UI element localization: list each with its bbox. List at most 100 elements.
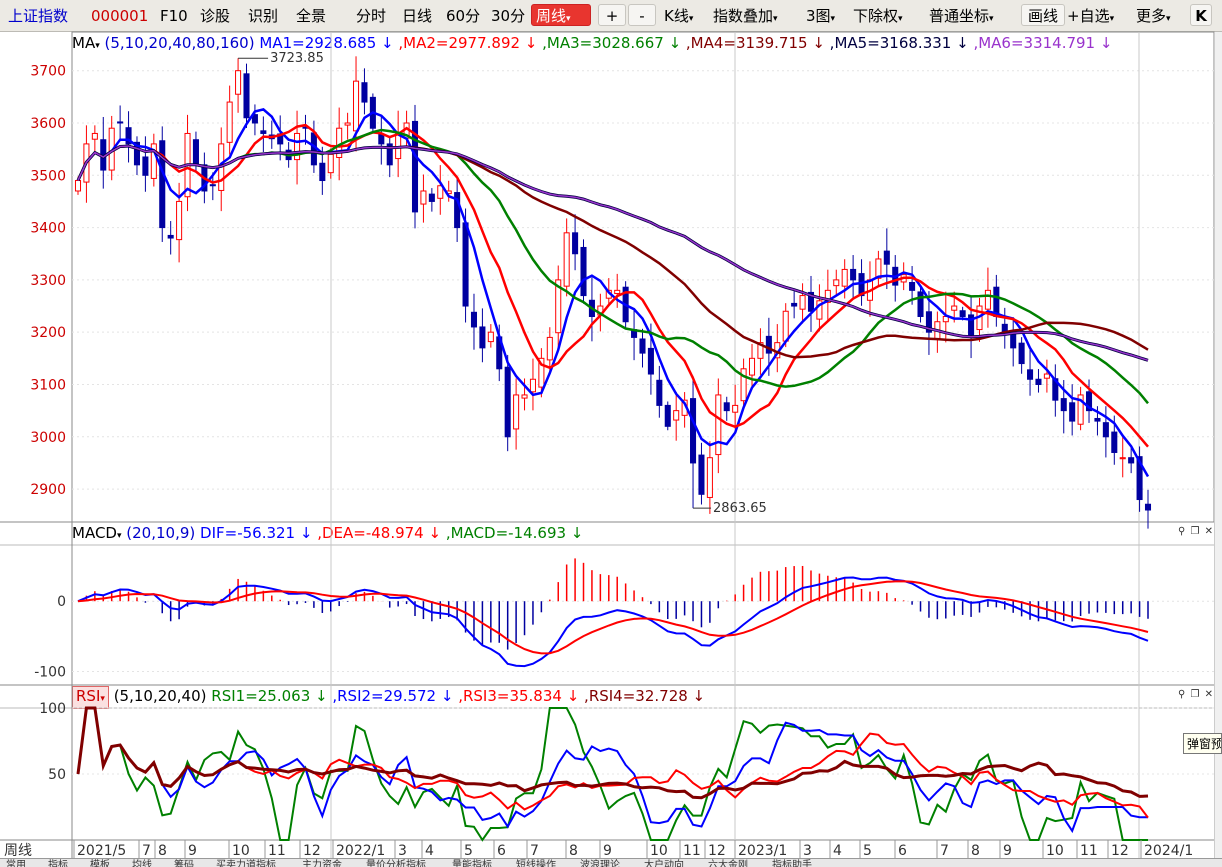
candle-body [159, 140, 166, 229]
candle-body [235, 70, 242, 95]
macd-indicator-menu[interactable]: MACD▾ [72, 524, 122, 542]
x-tick-label: 10 [650, 843, 668, 859]
candle-body [951, 305, 958, 311]
x-tick-label: 4 [833, 843, 842, 859]
candle-body [1060, 398, 1067, 412]
candle-body [386, 143, 393, 166]
recognize-link[interactable]: 识别 [248, 5, 278, 27]
candle-body [487, 331, 494, 343]
candle-body [816, 300, 823, 320]
candle-body [740, 368, 747, 402]
period-60min-button[interactable]: 60分 [446, 5, 480, 27]
rsi-legend-item: RSI1=25.063 ↓ [211, 687, 328, 705]
x-tick-label: 11 [268, 843, 286, 859]
ma-indicator-menu[interactable]: MA▾ [72, 34, 100, 52]
panorama-link[interactable]: 全景 [296, 5, 326, 27]
candle-body [1010, 333, 1017, 349]
index-code: 000001 [91, 7, 149, 25]
candle-body [285, 149, 292, 161]
kline-menu[interactable]: K线▾ [664, 5, 693, 27]
candle-body [917, 291, 924, 317]
x-tick-label: 2024/1 [1144, 843, 1193, 859]
candle-body [150, 143, 157, 179]
candle-body [251, 114, 258, 124]
candle-body [934, 321, 941, 339]
ma-indicator-label: MA [72, 34, 96, 52]
candle-body [1043, 373, 1050, 379]
candle-body [858, 273, 865, 297]
panel-restore-icon[interactable]: ❐ [1190, 526, 1200, 537]
candle-body [698, 454, 705, 495]
candle-body [521, 394, 528, 399]
candle-body [690, 398, 697, 464]
candle-body [976, 305, 983, 331]
period-weekly-button[interactable]: 周线▾ [531, 4, 591, 26]
candle-body [277, 133, 284, 145]
candle-body [201, 164, 208, 192]
rsi-indicator-menu[interactable]: RSI▾ [72, 686, 109, 709]
price-panel-frame [71, 31, 1215, 523]
candle-body [892, 266, 899, 286]
candle-body [656, 379, 663, 406]
three-chart-menu[interactable]: 3图▾ [806, 5, 835, 27]
panel-close-icon[interactable]: ✕ [1205, 526, 1214, 537]
price-tick-label: 3200 [30, 325, 66, 341]
x-tick-label: 3 [803, 843, 812, 859]
candle-body [546, 336, 553, 361]
panel-settings-icon[interactable]: ⚲ [1178, 526, 1186, 537]
more-menu[interactable]: 更多▾ [1136, 5, 1171, 27]
zoom-in-button[interactable]: + [598, 4, 626, 26]
diagnose-link[interactable]: 诊股 [200, 5, 230, 27]
low-marker-label: 2863.65 [713, 501, 767, 516]
candle-body [327, 153, 334, 174]
macd-panel-controls[interactable]: ⚲ ❐ ✕ [1178, 526, 1214, 537]
f10-link[interactable]: F10 [160, 5, 188, 27]
index-overlay-menu[interactable]: 指数叠加▾ [713, 5, 778, 27]
candle-body [605, 289, 612, 299]
panel-restore-icon[interactable]: ❐ [1190, 689, 1200, 700]
period-30min-button[interactable]: 30分 [491, 5, 525, 27]
candle-body [1052, 378, 1059, 401]
x-tick-label: 7 [530, 843, 539, 859]
dropdown-arrow-icon: ▾ [830, 14, 836, 24]
rsi-params: (5,10,20,40) [113, 687, 207, 705]
candle-body [437, 185, 444, 199]
draw-line-button[interactable]: 画线 [1021, 4, 1065, 26]
candle-body [1119, 457, 1126, 460]
coordinate-menu[interactable]: 普通坐标▾ [929, 5, 994, 27]
candle-body [681, 399, 688, 416]
dropdown-arrow-icon: ▾ [566, 14, 571, 24]
dea-line [77, 580, 1149, 655]
period-minute-button[interactable]: 分时 [356, 5, 386, 27]
panel-settings-icon[interactable]: ⚲ [1178, 689, 1186, 700]
coordinate-label: 普通坐标 [929, 7, 990, 25]
period-daily-button[interactable]: 日线 [402, 5, 432, 27]
x-tick-label: 10 [232, 843, 250, 859]
x-tick-label: 10 [1046, 843, 1064, 859]
candle-body [1144, 503, 1152, 511]
add-watchlist-menu[interactable]: +自选▾ [1067, 5, 1114, 27]
candle-body [1027, 369, 1034, 380]
candle-body [142, 156, 149, 176]
dif-line [77, 576, 1149, 668]
ex-rights-label: 下除权 [853, 7, 899, 25]
x-tick-label: 4 [425, 843, 434, 859]
candle-body [572, 232, 579, 255]
zoom-out-button[interactable]: - [628, 4, 656, 26]
panel-close-icon[interactable]: ✕ [1205, 689, 1214, 700]
ex-rights-menu[interactable]: 下除权▾ [853, 5, 903, 27]
candle-body [748, 357, 756, 376]
k-button[interactable]: K [1190, 4, 1212, 26]
x-tick-label: 3 [398, 843, 407, 859]
candle-body [167, 234, 174, 239]
x-tick-label: 9 [603, 843, 612, 859]
candle-body [883, 250, 890, 265]
price-tick-label: 3700 [30, 64, 66, 80]
candle-body [496, 336, 503, 370]
candle-body [942, 315, 949, 323]
rsi-panel-controls[interactable]: ⚲ ❐ ✕ [1178, 689, 1214, 700]
candle-body [243, 73, 250, 119]
candle-body [765, 335, 772, 354]
candle-body [673, 410, 680, 421]
candle-body [706, 457, 713, 498]
